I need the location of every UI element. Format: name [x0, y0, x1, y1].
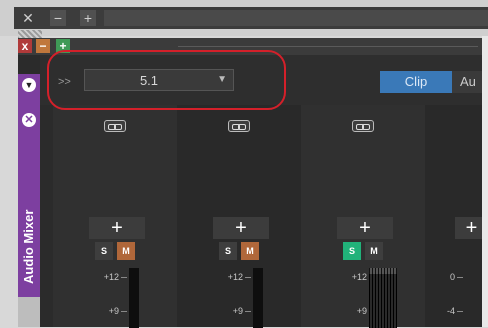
- level-meter: [253, 268, 263, 328]
- panel-header: x − +: [18, 38, 488, 56]
- scale-label: +12: [103, 272, 119, 282]
- close-tab-icon[interactable]: ✕: [22, 113, 36, 127]
- scale-tick: [245, 311, 251, 312]
- window-close-button[interactable]: ✕: [20, 10, 36, 26]
- solo-button[interactable]: S: [343, 242, 361, 260]
- scale-label: +9: [108, 306, 119, 316]
- scale-tick: [457, 311, 463, 312]
- channel-strip: + S M +12 +9: [301, 105, 425, 328]
- link-icon[interactable]: [104, 120, 126, 132]
- side-tab-bottom: [18, 297, 40, 327]
- scale-label: -4: [446, 306, 455, 316]
- tab-clip[interactable]: Clip: [380, 71, 452, 93]
- solo-button[interactable]: S: [95, 242, 113, 260]
- channel-layout-value: 5.1: [139, 73, 159, 88]
- mixer-toolbar: >> 5.1 ▼ Clip Au: [40, 55, 488, 105]
- collapse-icon[interactable]: ▼: [22, 78, 36, 92]
- add-effect-button[interactable]: +: [213, 217, 269, 239]
- window-toolbar: ✕ − +: [14, 7, 488, 29]
- solo-button[interactable]: S: [219, 242, 237, 260]
- scale-label: +9: [232, 306, 243, 316]
- scale-tick: [457, 277, 463, 278]
- mute-button[interactable]: M: [365, 242, 383, 260]
- audio-mixer-side-tab[interactable]: Audio Mixer: [18, 74, 40, 297]
- level-meter: [129, 268, 139, 328]
- scale-tick: [121, 311, 127, 312]
- level-meter: [369, 268, 397, 328]
- side-tab-label: Audio Mixer: [21, 209, 36, 284]
- scale-label: 0: [449, 272, 455, 282]
- mixer-strips: + S M +12 +9 + S M +12 +9 + S M +12 +9 +…: [53, 105, 488, 328]
- scale-label: +12: [351, 272, 367, 282]
- panel-close-button[interactable]: x: [18, 39, 32, 53]
- channel-layout-dropdown[interactable]: 5.1 ▼: [84, 69, 234, 91]
- panel-maximize-button[interactable]: +: [56, 39, 70, 53]
- audio-mixer-panel: x − + Audio Mixer ▼ ✕ >> 5.1 ▼ Clip Au +…: [18, 38, 488, 328]
- expand-button[interactable]: >>: [58, 76, 71, 88]
- scale-tick: [121, 277, 127, 278]
- header-divider: [178, 46, 478, 47]
- mute-button[interactable]: M: [241, 242, 259, 260]
- link-icon[interactable]: [352, 120, 374, 132]
- mute-button[interactable]: M: [117, 242, 135, 260]
- window-add-button[interactable]: +: [80, 10, 96, 26]
- app-top-frame: ✕ − +: [0, 0, 488, 36]
- add-effect-button[interactable]: +: [337, 217, 393, 239]
- side-tab-top: [18, 55, 40, 74]
- link-icon[interactable]: [228, 120, 250, 132]
- channel-strip: + 0 -4: [425, 105, 488, 327]
- window-minimize-button[interactable]: −: [50, 10, 66, 26]
- add-effect-button[interactable]: +: [89, 217, 145, 239]
- window-toolbar-bar: [104, 10, 488, 26]
- scale-label: +12: [227, 272, 243, 282]
- scale-tick: [245, 277, 251, 278]
- scale-label: +9: [356, 306, 367, 316]
- window-edge: [482, 36, 488, 327]
- panel-minimize-button[interactable]: −: [36, 39, 50, 53]
- dropdown-arrow-icon: ▼: [217, 74, 227, 85]
- channel-strip: + S M +12 +9: [177, 105, 301, 328]
- channel-strip: + S M +12 +9: [53, 105, 177, 328]
